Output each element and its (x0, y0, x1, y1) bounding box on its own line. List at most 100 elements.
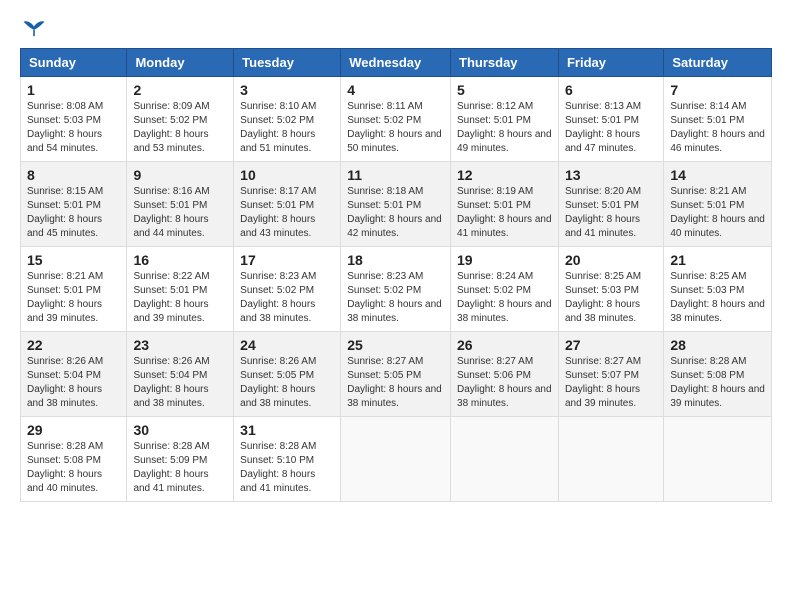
week-row-3: 15 Sunrise: 8:21 AMSunset: 5:01 PMDayligh… (21, 247, 772, 332)
day-cell: 22 Sunrise: 8:26 AMSunset: 5:04 PMDayligh… (21, 332, 127, 417)
day-number: 16 (133, 252, 227, 268)
day-cell: 6Sunrise: 8:13 AMSunset: 5:01 PMDaylight… (558, 77, 663, 162)
day-cell: 25 Sunrise: 8:27 AMSunset: 5:05 PMDayligh… (341, 332, 451, 417)
header-day-friday: Friday (558, 49, 663, 77)
header-day-monday: Monday (127, 49, 234, 77)
day-cell: 8Sunrise: 8:15 AMSunset: 5:01 PMDaylight… (21, 162, 127, 247)
day-info: Sunrise: 8:20 AMSunset: 5:01 PMDaylight:… (565, 185, 657, 241)
day-info: Sunrise: 8:21 AMSunset: 5:01 PMDaylight:… (27, 270, 120, 326)
day-cell: 28Sunrise: 8:28 AMSunset: 5:08 PMDayligh… (664, 332, 772, 417)
header-day-saturday: Saturday (664, 49, 772, 77)
day-info: Sunrise: 8:10 AMSunset: 5:02 PMDaylight:… (240, 100, 334, 156)
day-cell: 2 Sunrise: 8:09 AMSunset: 5:02 PMDaylight… (127, 77, 234, 162)
header-row: SundayMondayTuesdayWednesdayThursdayFrid… (21, 49, 772, 77)
day-number: 29 (27, 422, 120, 438)
header-day-tuesday: Tuesday (234, 49, 341, 77)
day-number: 17 (240, 252, 334, 268)
day-cell: 31 Sunrise: 8:28 AMSunset: 5:10 PMDayligh… (234, 417, 341, 502)
day-info: Sunrise: 8:09 AMSunset: 5:02 PMDaylight:… (133, 100, 227, 156)
day-cell: 16 Sunrise: 8:22 AMSunset: 5:01 PMDayligh… (127, 247, 234, 332)
day-number: 15 (27, 252, 120, 268)
day-number: 1 (27, 82, 120, 98)
day-number: 10 (240, 167, 334, 183)
day-info: Sunrise: 8:25 AMSunset: 5:03 PMDaylight:… (670, 270, 765, 326)
day-info: Sunrise: 8:27 AMSunset: 5:06 PMDaylight:… (457, 355, 552, 411)
day-cell: 14 Sunrise: 8:21 AMSunset: 5:01 PMDayligh… (664, 162, 772, 247)
day-info: Sunrise: 8:15 AMSunset: 5:01 PMDaylight:… (27, 185, 120, 241)
day-cell: 29Sunrise: 8:28 AMSunset: 5:08 PMDayligh… (21, 417, 127, 502)
day-cell: 20 Sunrise: 8:25 AMSunset: 5:03 PMDayligh… (558, 247, 663, 332)
day-info: Sunrise: 8:18 AMSunset: 5:01 PMDaylight:… (347, 185, 444, 241)
day-info: Sunrise: 8:22 AMSunset: 5:01 PMDaylight:… (133, 270, 227, 326)
day-number: 9 (133, 167, 227, 183)
day-info: Sunrise: 8:23 AMSunset: 5:02 PMDaylight:… (347, 270, 444, 326)
day-info: Sunrise: 8:17 AMSunset: 5:01 PMDaylight:… (240, 185, 334, 241)
day-info: Sunrise: 8:27 AMSunset: 5:07 PMDaylight:… (565, 355, 657, 411)
day-number: 14 (670, 167, 765, 183)
day-number: 2 (133, 82, 227, 98)
day-number: 20 (565, 252, 657, 268)
day-number: 25 (347, 337, 444, 353)
day-number: 22 (27, 337, 120, 353)
day-info: Sunrise: 8:26 AMSunset: 5:04 PMDaylight:… (133, 355, 227, 411)
day-number: 12 (457, 167, 552, 183)
day-info: Sunrise: 8:26 AMSunset: 5:04 PMDaylight:… (27, 355, 120, 411)
day-cell (664, 417, 772, 502)
day-cell: 17 Sunrise: 8:23 AMSunset: 5:02 PMDayligh… (234, 247, 341, 332)
day-info: Sunrise: 8:21 AMSunset: 5:01 PMDaylight:… (670, 185, 765, 241)
day-number: 19 (457, 252, 552, 268)
day-cell: 12 Sunrise: 8:19 AMSunset: 5:01 PMDayligh… (451, 162, 559, 247)
day-cell: 23 Sunrise: 8:26 AMSunset: 5:04 PMDayligh… (127, 332, 234, 417)
logo-bird-icon (22, 20, 46, 38)
day-info: Sunrise: 8:16 AMSunset: 5:01 PMDaylight:… (133, 185, 227, 241)
logo (20, 20, 46, 38)
day-cell: 3 Sunrise: 8:10 AMSunset: 5:02 PMDaylight… (234, 77, 341, 162)
day-cell: 10 Sunrise: 8:17 AMSunset: 5:01 PMDayligh… (234, 162, 341, 247)
day-info: Sunrise: 8:23 AMSunset: 5:02 PMDaylight:… (240, 270, 334, 326)
day-cell: 15 Sunrise: 8:21 AMSunset: 5:01 PMDayligh… (21, 247, 127, 332)
day-cell: 26Sunrise: 8:27 AMSunset: 5:06 PMDayligh… (451, 332, 559, 417)
day-number: 13 (565, 167, 657, 183)
day-info: Sunrise: 8:08 AMSunset: 5:03 PMDaylight:… (27, 100, 120, 156)
day-number: 5 (457, 82, 552, 98)
day-number: 23 (133, 337, 227, 353)
day-info: Sunrise: 8:28 AMSunset: 5:10 PMDaylight:… (240, 440, 334, 496)
calendar-body: 1 Sunrise: 8:08 AMSunset: 5:03 PMDaylight… (21, 77, 772, 502)
day-info: Sunrise: 8:11 AMSunset: 5:02 PMDaylight:… (347, 100, 444, 156)
day-cell: 21Sunrise: 8:25 AMSunset: 5:03 PMDayligh… (664, 247, 772, 332)
day-number: 31 (240, 422, 334, 438)
calendar-table: SundayMondayTuesdayWednesdayThursdayFrid… (20, 48, 772, 502)
day-info: Sunrise: 8:27 AMSunset: 5:05 PMDaylight:… (347, 355, 444, 411)
day-number: 7 (670, 82, 765, 98)
day-info: Sunrise: 8:14 AMSunset: 5:01 PMDaylight:… (670, 100, 765, 156)
day-number: 11 (347, 167, 444, 183)
day-cell: 19 Sunrise: 8:24 AMSunset: 5:02 PMDayligh… (451, 247, 559, 332)
page-header (20, 20, 772, 38)
day-cell: 7 Sunrise: 8:14 AMSunset: 5:01 PMDaylight… (664, 77, 772, 162)
day-cell: 1 Sunrise: 8:08 AMSunset: 5:03 PMDaylight… (21, 77, 127, 162)
day-number: 6 (565, 82, 657, 98)
day-cell: 4Sunrise: 8:11 AMSunset: 5:02 PMDaylight… (341, 77, 451, 162)
week-row-1: 1 Sunrise: 8:08 AMSunset: 5:03 PMDaylight… (21, 77, 772, 162)
day-number: 3 (240, 82, 334, 98)
day-info: Sunrise: 8:12 AMSunset: 5:01 PMDaylight:… (457, 100, 552, 156)
day-cell: 9 Sunrise: 8:16 AMSunset: 5:01 PMDaylight… (127, 162, 234, 247)
day-cell (558, 417, 663, 502)
day-number: 27 (565, 337, 657, 353)
header-day-wednesday: Wednesday (341, 49, 451, 77)
header-day-sunday: Sunday (21, 49, 127, 77)
day-info: Sunrise: 8:28 AMSunset: 5:08 PMDaylight:… (670, 355, 765, 411)
day-info: Sunrise: 8:28 AMSunset: 5:09 PMDaylight:… (133, 440, 227, 496)
day-info: Sunrise: 8:25 AMSunset: 5:03 PMDaylight:… (565, 270, 657, 326)
week-row-4: 22 Sunrise: 8:26 AMSunset: 5:04 PMDayligh… (21, 332, 772, 417)
day-info: Sunrise: 8:24 AMSunset: 5:02 PMDaylight:… (457, 270, 552, 326)
week-row-5: 29Sunrise: 8:28 AMSunset: 5:08 PMDayligh… (21, 417, 772, 502)
day-cell: 24Sunrise: 8:26 AMSunset: 5:05 PMDayligh… (234, 332, 341, 417)
day-info: Sunrise: 8:19 AMSunset: 5:01 PMDaylight:… (457, 185, 552, 241)
day-number: 18 (347, 252, 444, 268)
day-cell: 5 Sunrise: 8:12 AMSunset: 5:01 PMDaylight… (451, 77, 559, 162)
header-day-thursday: Thursday (451, 49, 559, 77)
day-cell: 30 Sunrise: 8:28 AMSunset: 5:09 PMDayligh… (127, 417, 234, 502)
day-cell (341, 417, 451, 502)
day-number: 30 (133, 422, 227, 438)
